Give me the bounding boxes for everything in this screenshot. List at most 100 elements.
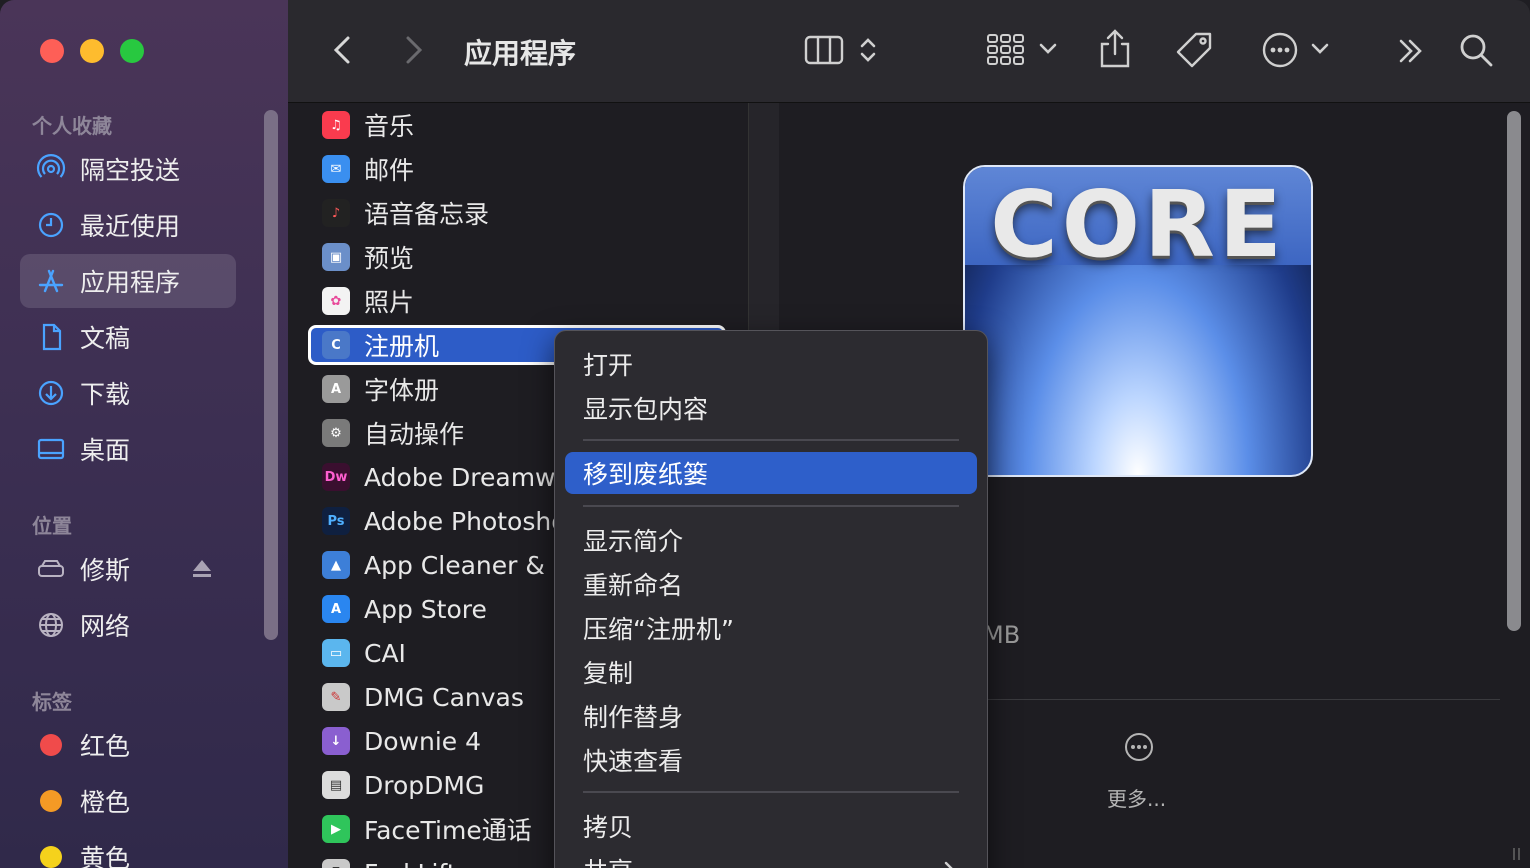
list-item[interactable]: ♫ 音乐 — [308, 105, 726, 145]
divider — [983, 699, 1500, 700]
app-cleaner-app-icon: ▲ — [322, 551, 350, 579]
voice-memos-app-icon: ♪ — [322, 199, 350, 227]
sidebar-item-disk[interactable]: 修斯 — [20, 542, 236, 596]
app-icon-logo: CORE — [990, 171, 1286, 278]
close-button[interactable] — [40, 39, 64, 63]
sidebar-item-desktop[interactable]: 桌面 — [20, 422, 236, 476]
menu-item-move-to-trash[interactable]: 移到废纸篓 — [565, 452, 977, 494]
menu-item-compress[interactable]: 压缩“注册机” — [565, 607, 977, 649]
share-icon[interactable] — [1098, 28, 1132, 68]
document-icon — [36, 322, 66, 352]
sidebar-item-label: 最近使用 — [80, 212, 181, 241]
more-icon[interactable] — [1123, 731, 1155, 767]
sidebar-item-label: 网络 — [80, 612, 131, 641]
column-view-icon[interactable] — [804, 32, 846, 68]
zoom-button[interactable] — [120, 39, 144, 63]
window-title: 应用程序 — [464, 37, 577, 70]
resize-grip-icon[interactable] — [1510, 846, 1526, 866]
menu-item-show-package-contents[interactable]: 显示包内容 — [565, 387, 977, 429]
sidebar-item-tag-yellow[interactable]: 黄色 — [20, 830, 236, 868]
music-app-icon: ♫ — [322, 111, 350, 139]
toolbar-overflow-icon[interactable] — [1396, 36, 1426, 66]
tag-icon[interactable] — [1174, 30, 1214, 70]
list-item[interactable]: ▣ 预览 — [308, 237, 726, 277]
download-icon — [36, 378, 66, 408]
finder-window: 个人收藏 隔空投送 最近使用 应用程序 文稿 下载 桌面 位置 修斯 网络 标签… — [0, 0, 1530, 868]
sidebar-item-label: 桌面 — [80, 436, 131, 465]
menu-item-duplicate[interactable]: 复制 — [565, 651, 977, 693]
group-grid-icon[interactable] — [986, 32, 1026, 68]
photos-app-icon: ✿ — [322, 287, 350, 315]
disk-icon — [36, 554, 66, 584]
favorites-section-title: 个人收藏 — [32, 114, 112, 138]
sidebar-item-label: 红色 — [80, 732, 131, 761]
photoshop-app-icon: Ps — [322, 507, 350, 535]
menu-item-rename[interactable]: 重新命名 — [565, 563, 977, 605]
menu-item-quick-look[interactable]: 快速查看 — [565, 739, 977, 781]
tags-section-title: 标签 — [32, 690, 72, 714]
applications-icon — [36, 266, 66, 296]
desktop-icon — [36, 434, 66, 464]
sidebar-item-label: 橙色 — [80, 788, 131, 817]
menu-item-open[interactable]: 打开 — [565, 343, 977, 385]
sidebar-item-tag-orange[interactable]: 橙色 — [20, 774, 236, 828]
sidebar-item-label: 文稿 — [80, 324, 131, 353]
sidebar-item-label: 黄色 — [80, 844, 131, 868]
sidebar-item-applications[interactable]: 应用程序 — [20, 254, 236, 308]
tag-dot-icon — [36, 842, 66, 868]
search-icon[interactable] — [1458, 32, 1494, 68]
more-button[interactable]: 更多... — [1107, 783, 1166, 812]
action-more-icon[interactable] — [1262, 32, 1298, 68]
menu-item-make-alias[interactable]: 制作替身 — [565, 695, 977, 737]
locations-section-title: 位置 — [32, 514, 72, 538]
mail-app-icon: ✉ — [322, 155, 350, 183]
clock-icon — [36, 210, 66, 240]
sidebar-item-documents[interactable]: 文稿 — [20, 310, 236, 364]
sidebar-item-label: 应用程序 — [80, 268, 181, 297]
tag-dot-icon — [36, 786, 66, 816]
menu-separator — [583, 439, 959, 441]
preview-scrollbar[interactable] — [1507, 111, 1521, 631]
core-keygen-app-icon: C — [322, 331, 350, 359]
sidebar-item-downloads[interactable]: 下载 — [20, 366, 236, 420]
dreamweaver-app-icon: Dw — [322, 463, 350, 491]
tag-dot-icon — [36, 730, 66, 760]
sidebar-item-label: 隔空投送 — [80, 156, 181, 185]
automator-app-icon: ⚙ — [322, 419, 350, 447]
file-size: MB — [983, 621, 1021, 649]
airdrop-icon — [36, 154, 66, 184]
sidebar-item-network[interactable]: 网络 — [20, 598, 236, 652]
list-item[interactable]: ♪ 语音备忘录 — [308, 193, 726, 233]
forward-icon[interactable] — [402, 34, 426, 66]
sidebar-scrollbar[interactable] — [264, 110, 278, 640]
window-controls — [40, 39, 144, 63]
list-item[interactable]: ✿ 照片 — [308, 281, 726, 321]
back-icon[interactable] — [330, 34, 354, 66]
sidebar-item-tag-red[interactable]: 红色 — [20, 718, 236, 772]
folder-icon: ▭ — [322, 639, 350, 667]
toolbar: 应用程序 — [288, 0, 1530, 103]
eject-icon[interactable] — [190, 558, 214, 584]
downie-app-icon: ↓ — [322, 727, 350, 755]
menu-item-copy[interactable]: 拷贝 — [565, 805, 977, 847]
app-store-app-icon: A — [322, 595, 350, 623]
sidebar-item-label: 修斯 — [80, 556, 131, 585]
sidebar-item-recents[interactable]: 最近使用 — [20, 198, 236, 252]
sidebar-item-airdrop[interactable]: 隔空投送 — [20, 142, 236, 196]
chevron-down-icon[interactable] — [1038, 40, 1058, 58]
menu-item-share[interactable]: 共享 — [565, 849, 977, 868]
facetime-app-icon: ▶ — [322, 815, 350, 843]
menu-item-get-info[interactable]: 显示简介 — [565, 519, 977, 561]
list-item[interactable]: ✉ 邮件 — [308, 149, 726, 189]
view-options-chevron-icon[interactable] — [858, 34, 878, 66]
network-icon — [36, 610, 66, 640]
dropdmg-app-icon: ▤ — [322, 771, 350, 799]
preview-app-icon: ▣ — [322, 243, 350, 271]
menu-separator — [583, 505, 959, 507]
sidebar-item-label: 下载 — [80, 380, 131, 409]
dmg-canvas-app-icon: ✎ — [322, 683, 350, 711]
chevron-down-icon[interactable] — [1310, 40, 1330, 58]
chevron-right-icon — [943, 861, 955, 868]
menu-separator — [583, 791, 959, 793]
minimize-button[interactable] — [80, 39, 104, 63]
